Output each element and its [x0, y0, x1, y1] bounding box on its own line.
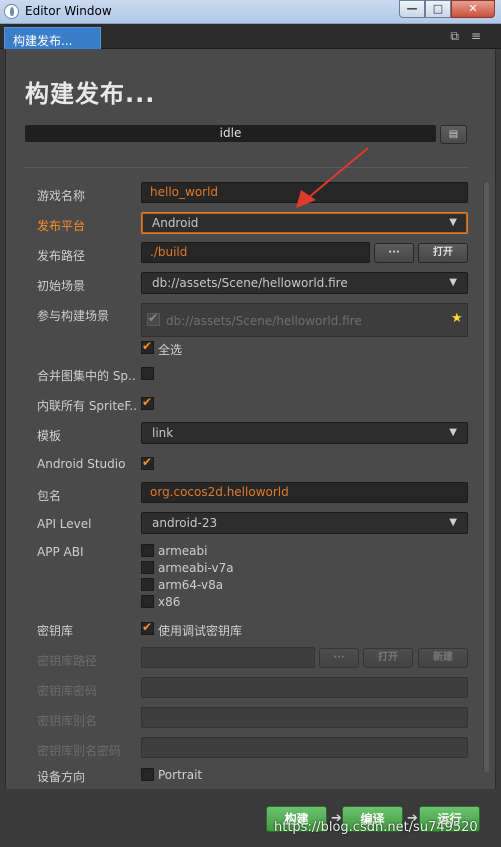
- watermark: https://blog.csdn.net/su749520: [274, 820, 478, 835]
- annotation-arrow-icon: [296, 147, 369, 208]
